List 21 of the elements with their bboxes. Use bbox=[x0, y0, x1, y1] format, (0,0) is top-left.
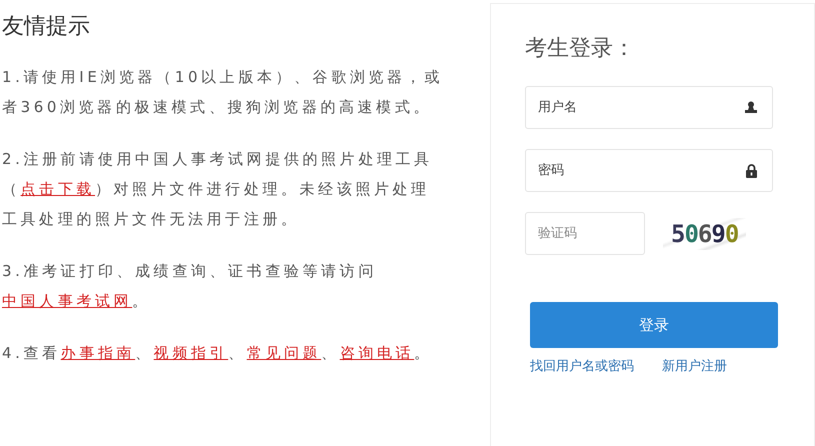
account-link[interactable]: 找回用户名或密码 bbox=[530, 357, 634, 375]
tip-paragraph: 2.注册前请使用中国人事考试网提供的照片处理工具（点击下载）对照片文件进行处理。未经该照片处理工具处理的照片文件无法用于注册。 bbox=[2, 149, 434, 230]
tip-link[interactable]: 常见问题 bbox=[246, 344, 322, 362]
tip-paragraph: 4.查看 办事指南、视频指引、常见问题、咨询电话。 bbox=[2, 343, 434, 364]
lock-icon bbox=[746, 164, 757, 178]
user-icon bbox=[745, 101, 757, 114]
tip-link[interactable]: 办事指南 bbox=[60, 344, 136, 362]
tip-paragraph: 1.请使用IE浏览器（10以上版本）、谷歌浏览器，或者360浏览器的极速模式、搜狗浏览器的高速模式。 bbox=[2, 67, 444, 118]
captcha-image[interactable]: 50690 bbox=[663, 218, 746, 250]
tip-link[interactable]: 点击下载 bbox=[20, 180, 96, 198]
password-field[interactable]: 密码 bbox=[525, 149, 773, 192]
login-title: 考生登录： bbox=[525, 35, 636, 63]
tip-link[interactable]: 咨询电话 bbox=[340, 344, 414, 362]
username-field[interactable]: 用户名 bbox=[525, 86, 773, 129]
login-button[interactable]: 登录 bbox=[530, 302, 778, 348]
tips-title: 友情提示 bbox=[2, 13, 91, 41]
captcha-field[interactable]: 验证码 bbox=[525, 212, 645, 255]
account-link[interactable]: 新用户注册 bbox=[662, 357, 727, 375]
tip-link[interactable]: 视频指引 bbox=[154, 344, 228, 362]
tip-paragraph: 3.准考证打印、成绩查询、证书查验等请访问 中国人事考试网。 bbox=[2, 261, 378, 312]
tip-link[interactable]: 中国人事考试网 bbox=[2, 292, 132, 310]
